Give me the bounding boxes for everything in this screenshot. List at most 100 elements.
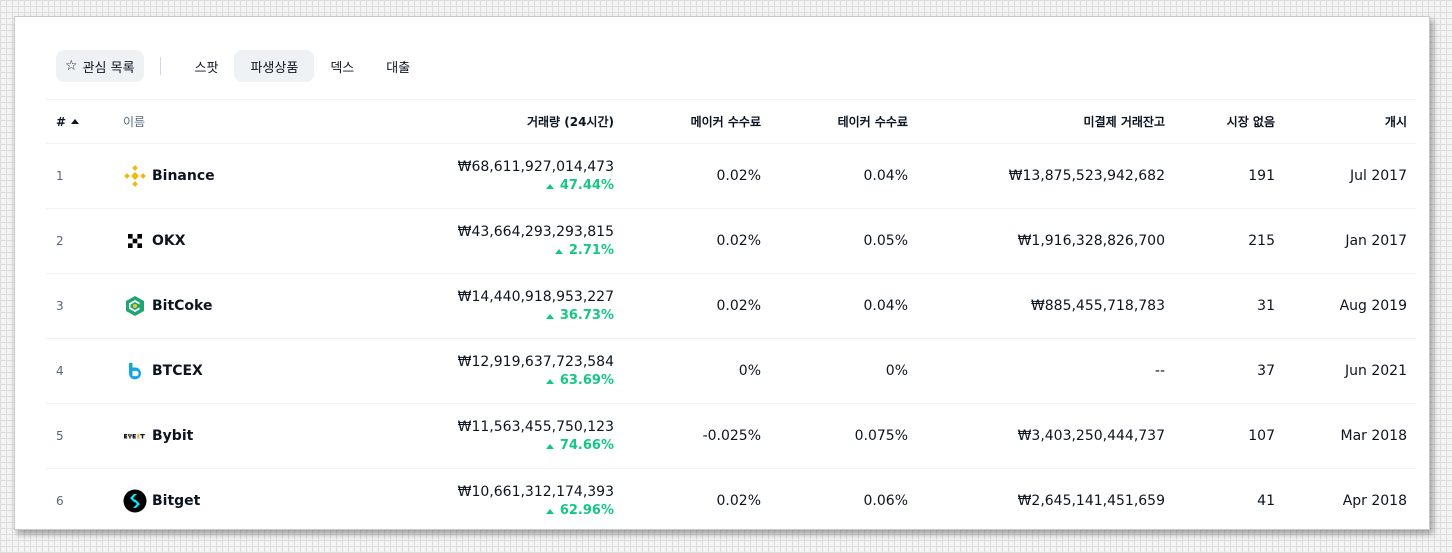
volume-cell: ₩68,611,927,014,473 47.44%	[458, 144, 614, 208]
volume-cell: ₩12,919,637,723,584 63.69%	[458, 339, 614, 403]
exchange-name: OKX	[152, 233, 186, 249]
volume-value: ₩68,611,927,014,473	[457, 159, 614, 175]
launch-date: Jul 2017	[1350, 168, 1407, 184]
volume-change: 62.96%	[545, 502, 614, 520]
maker-fee: 0.02%	[716, 168, 761, 184]
header-markets[interactable]: 시장 없음	[1227, 100, 1275, 143]
header-taker-fee[interactable]: 테이커 수수료	[838, 100, 908, 143]
table-row[interactable]: 3 BitCoke ₩14,440,918,953,227 36.73% 0.0…	[45, 274, 1416, 339]
tab-derivatives[interactable]: 파생상품	[234, 50, 315, 82]
maker-fee: 0%	[738, 363, 761, 379]
maker-fee: -0.025%	[702, 428, 761, 444]
launch-date: Jun 2021	[1345, 363, 1407, 379]
volume-change: 47.44%	[545, 177, 614, 195]
open-interest: ₩13,875,523,942,682	[1008, 168, 1165, 184]
taker-fee: 0%	[885, 363, 908, 379]
caret-up-icon	[545, 183, 554, 189]
exchange-table: # 이름 거래량 (24시간) 메이커 수수료 테이커 수수료 미결제 거래잔고…	[45, 99, 1416, 529]
okx-logo-icon	[123, 229, 147, 253]
tab-spot[interactable]: 스팟	[179, 50, 235, 82]
maker-fee: 0.02%	[716, 493, 761, 509]
tab-lending[interactable]: 대출	[370, 50, 426, 82]
volume-value: ₩43,664,293,293,815	[457, 224, 614, 240]
taker-fee: 0.075%	[854, 428, 908, 444]
rank: 3	[56, 299, 64, 313]
rank: 2	[56, 234, 64, 248]
exchange-name: Bitget	[152, 493, 201, 509]
volume-change: 74.66%	[545, 437, 614, 455]
launch-date: Aug 2019	[1339, 298, 1407, 314]
header-launched[interactable]: 개시	[1385, 100, 1407, 143]
table-row[interactable]: 1 Binance ₩68,611,927,014,473 47.44% 0.0…	[45, 144, 1416, 209]
sort-asc-icon	[71, 119, 80, 124]
exchange-name-cell[interactable]: OKX	[123, 209, 186, 273]
bitget-logo-icon	[123, 489, 147, 513]
watchlist-button[interactable]: ☆ 관심 목록	[56, 50, 144, 82]
volume-cell: ₩10,661,312,174,393 62.96%	[457, 469, 614, 529]
binance-logo-icon	[123, 164, 147, 188]
table-row[interactable]: 6 Bitget ₩10,661,312,174,393 62.96% 0.02…	[45, 469, 1416, 529]
caret-up-icon	[545, 378, 554, 384]
table-row[interactable]: 4 BTCEX ₩12,919,637,723,584 63.69% 0% 0%…	[45, 339, 1416, 404]
open-interest: ₩2,645,141,451,659	[1017, 493, 1165, 509]
header-maker-fee[interactable]: 메이커 수수료	[691, 100, 761, 143]
tab-dex[interactable]: 덱스	[314, 50, 370, 82]
table-row[interactable]: 5 Bybit ₩11,563,455,750,123 74.66% -0.02…	[45, 404, 1416, 469]
rank: 1	[56, 169, 64, 183]
caret-up-icon	[545, 508, 554, 514]
header-open-interest[interactable]: 미결제 거래잔고	[1084, 100, 1165, 143]
table-header: # 이름 거래량 (24시간) 메이커 수수료 테이커 수수료 미결제 거래잔고…	[45, 99, 1416, 144]
open-interest: --	[1154, 363, 1165, 379]
volume-change: 63.69%	[545, 372, 614, 390]
exchange-name-cell[interactable]: BitCoke	[123, 274, 212, 338]
markets-count: 31	[1257, 298, 1275, 314]
volume-change: 36.73%	[545, 307, 614, 325]
volume-cell: ₩11,563,455,750,123 74.66%	[458, 404, 614, 468]
category-tabs: ☆ 관심 목록 스팟 파생상품 덱스 대출	[56, 50, 426, 82]
markets-count: 107	[1248, 428, 1275, 444]
rank: 6	[56, 494, 64, 508]
markets-count: 191	[1248, 168, 1275, 184]
taker-fee: 0.06%	[863, 493, 908, 509]
tab-divider	[159, 57, 161, 75]
exchange-name-cell[interactable]: Bitget	[123, 469, 201, 529]
open-interest: ₩885,455,718,783	[1030, 298, 1165, 314]
caret-up-icon	[545, 443, 554, 449]
header-volume[interactable]: 거래량 (24시간)	[527, 100, 614, 143]
exchange-name: Bybit	[152, 428, 194, 444]
exchange-name-cell[interactable]: BTCEX	[123, 339, 203, 403]
taker-fee: 0.04%	[863, 168, 908, 184]
exchange-name: BTCEX	[152, 363, 203, 379]
volume-value: ₩12,919,637,723,584	[457, 354, 614, 370]
open-interest: ₩1,916,328,826,700	[1017, 233, 1165, 249]
exchange-panel: ☆ 관심 목록 스팟 파생상품 덱스 대출 # 이름 거래량 (24시간) 메이…	[14, 16, 1430, 530]
volume-value: ₩10,661,312,174,393	[457, 484, 614, 500]
volume-value: ₩14,440,918,953,227	[457, 289, 614, 305]
launch-date: Mar 2018	[1340, 428, 1408, 444]
exchange-name-cell[interactable]: Binance	[123, 144, 215, 208]
bitcoke-logo-icon	[123, 294, 147, 318]
exchange-name: Binance	[152, 168, 215, 184]
volume-cell: ₩14,440,918,953,227 36.73%	[458, 274, 614, 338]
markets-count: 215	[1248, 233, 1275, 249]
exchange-name-cell[interactable]: Bybit	[123, 404, 193, 468]
header-rank[interactable]: #	[56, 100, 80, 143]
star-icon: ☆	[65, 58, 78, 74]
launch-date: Jan 2017	[1345, 233, 1407, 249]
volume-value: ₩11,563,455,750,123	[457, 419, 614, 435]
caret-up-icon	[554, 248, 563, 254]
maker-fee: 0.02%	[716, 298, 761, 314]
taker-fee: 0.04%	[863, 298, 908, 314]
table-row[interactable]: 2 OKX ₩43,664,293,293,815 2.71% 0.02% 0.…	[45, 209, 1416, 274]
maker-fee: 0.02%	[716, 233, 761, 249]
caret-up-icon	[545, 313, 554, 319]
markets-count: 37	[1257, 363, 1275, 379]
volume-change: 2.71%	[554, 242, 614, 260]
watchlist-label: 관심 목록	[82, 60, 135, 76]
volume-cell: ₩43,664,293,293,815 2.71%	[458, 209, 614, 273]
btcex-logo-icon	[123, 359, 147, 383]
rank: 5	[56, 429, 64, 443]
header-name[interactable]: 이름	[123, 100, 145, 143]
open-interest: ₩3,403,250,444,737	[1017, 428, 1165, 444]
exchange-name: BitCoke	[152, 298, 213, 314]
